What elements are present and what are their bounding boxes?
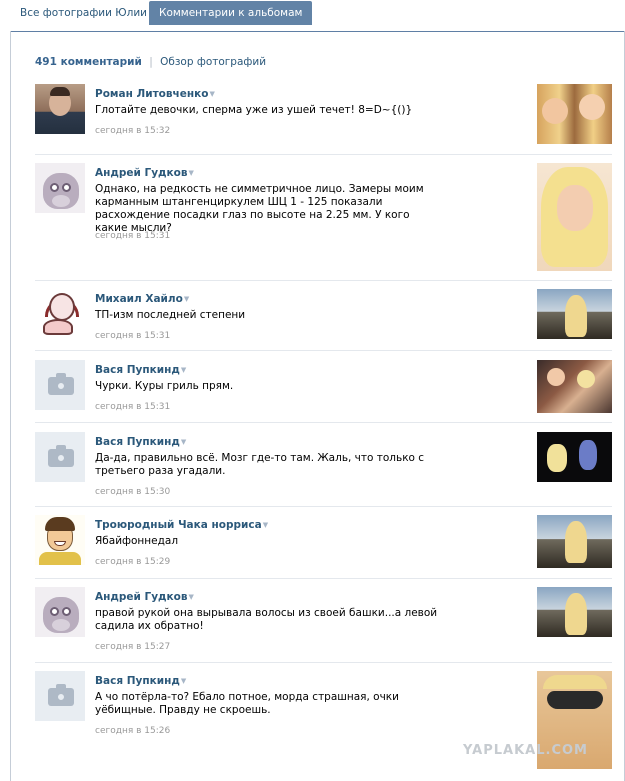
album-photo-thumbnail[interactable] bbox=[537, 84, 612, 144]
site-watermark: YAPLAKAL.COM bbox=[463, 743, 588, 758]
comment-text: А чо потёрла-то? Ебало потное, морда стр… bbox=[95, 691, 399, 716]
album-photo-thumbnail[interactable] bbox=[537, 289, 612, 339]
divider bbox=[35, 350, 612, 351]
album-photo-thumbnail[interactable] bbox=[537, 587, 612, 637]
comment-item: Троюродный Чака норриса▼ Ябайфоннедал се… bbox=[35, 515, 612, 570]
comment-author-line: Троюродный Чака норриса▼ bbox=[95, 518, 268, 532]
album-photo-thumbnail[interactable] bbox=[537, 163, 612, 271]
owl-belly bbox=[52, 619, 70, 631]
comments-count: 491 комментарий bbox=[35, 56, 142, 68]
comment-author-line: Вася Пупкинд▼ bbox=[95, 363, 186, 377]
avatar[interactable] bbox=[35, 515, 85, 565]
comment-time[interactable]: сегодня в 15:30 bbox=[95, 486, 170, 498]
divider bbox=[35, 422, 612, 423]
comment-item: Вася Пупкинд▼ Да-да, правильно всё. Мозг… bbox=[35, 432, 612, 497]
cartoon-hair bbox=[45, 517, 75, 531]
author-link[interactable]: Роман Литовченко bbox=[95, 88, 208, 100]
comments-summary: 491 комментарий | Обзор фотографий bbox=[35, 55, 266, 69]
cartoon-shirt bbox=[39, 552, 81, 565]
camera-icon bbox=[48, 684, 74, 706]
comment-item: Вася Пупкинд▼ Чурки. Куры гриль прям. се… bbox=[35, 360, 612, 413]
chevron-down-icon[interactable]: ▼ bbox=[184, 292, 189, 306]
owl-eye bbox=[50, 607, 59, 616]
comment-item: Роман Литовченко▼ Глотайте девочки, спер… bbox=[35, 84, 612, 144]
divider bbox=[35, 154, 612, 155]
comment-text: Чурки. Куры гриль прям. bbox=[95, 380, 234, 392]
author-link[interactable]: Михаил Хайло bbox=[95, 293, 183, 305]
chevron-down-icon[interactable]: ▼ bbox=[181, 363, 186, 377]
avatar[interactable] bbox=[35, 671, 85, 721]
divider bbox=[35, 578, 612, 579]
author-link[interactable]: Вася Пупкинд bbox=[95, 436, 180, 448]
comment-time[interactable]: сегодня в 15:26 bbox=[95, 725, 170, 737]
avatar[interactable] bbox=[35, 163, 85, 213]
chevron-down-icon[interactable]: ▼ bbox=[181, 435, 186, 449]
comment-item: Андрей Гудков▼ правой рукой она вырывала… bbox=[35, 587, 612, 652]
author-link[interactable]: Андрей Гудков bbox=[95, 591, 188, 603]
album-photo-thumbnail[interactable] bbox=[537, 360, 612, 413]
comment-time[interactable]: сегодня в 15:32 bbox=[95, 125, 170, 137]
chevron-down-icon[interactable]: ▼ bbox=[189, 590, 194, 604]
photos-overview-link[interactable]: Обзор фотографий bbox=[160, 56, 266, 68]
comment-author-line: Роман Литовченко▼ bbox=[95, 87, 215, 101]
sketch-head bbox=[49, 293, 75, 321]
divider bbox=[35, 506, 612, 507]
chevron-down-icon[interactable]: ▼ bbox=[189, 166, 194, 180]
comment-author-line: Михаил Хайло▼ bbox=[95, 292, 189, 306]
avatar[interactable] bbox=[35, 587, 85, 637]
avatar[interactable] bbox=[35, 84, 85, 134]
comment-author-line: Андрей Гудков▼ bbox=[95, 590, 194, 604]
comment-text: Ябайфоннедал bbox=[95, 535, 179, 547]
comment-text: Однако, на редкость не симметричное лицо… bbox=[95, 183, 424, 234]
summary-separator: | bbox=[149, 56, 153, 68]
comment-text: Глотайте девочки, сперма уже из ушей теч… bbox=[95, 104, 413, 116]
comment-time[interactable]: сегодня в 15:31 bbox=[95, 230, 170, 242]
tab-album-comments[interactable]: Комментарии к альбомам bbox=[149, 1, 313, 25]
comment-time[interactable]: сегодня в 15:31 bbox=[95, 330, 170, 342]
owl-eye bbox=[62, 183, 71, 192]
owl-belly bbox=[52, 195, 70, 207]
comment-item: Андрей Гудков▼ Однако, на редкость не си… bbox=[35, 163, 612, 271]
divider bbox=[35, 662, 612, 663]
comment-author-line: Вася Пупкинд▼ bbox=[95, 674, 186, 688]
author-link[interactable]: Андрей Гудков bbox=[95, 167, 188, 179]
author-link[interactable]: Вася Пупкинд bbox=[95, 364, 180, 376]
album-photo-thumbnail[interactable] bbox=[537, 515, 612, 568]
comment-author-line: Андрей Гудков▼ bbox=[95, 166, 194, 180]
comment-text: ТП-изм последней степени bbox=[95, 309, 246, 321]
album-photo-thumbnail[interactable] bbox=[537, 432, 612, 482]
divider bbox=[35, 280, 612, 281]
avatar[interactable] bbox=[35, 360, 85, 410]
comment-text: правой рукой она вырывала волосы из свое… bbox=[95, 607, 438, 632]
comment-author-line: Вася Пупкинд▼ bbox=[95, 435, 186, 449]
chevron-down-icon[interactable]: ▼ bbox=[209, 87, 214, 101]
owl-eye bbox=[62, 607, 71, 616]
tab-all-photos[interactable]: Все фотографии Юлии bbox=[10, 1, 157, 25]
owl-eye bbox=[50, 183, 59, 192]
comment-time[interactable]: сегодня в 15:29 bbox=[95, 556, 170, 568]
chevron-down-icon[interactable]: ▼ bbox=[181, 674, 186, 688]
comment-item: Михаил Хайло▼ ТП-изм последней степени с… bbox=[35, 289, 612, 341]
chevron-down-icon[interactable]: ▼ bbox=[263, 518, 268, 532]
camera-icon bbox=[48, 373, 74, 395]
author-link[interactable]: Троюродный Чака норриса bbox=[95, 519, 262, 531]
author-link[interactable]: Вася Пупкинд bbox=[95, 675, 180, 687]
avatar[interactable] bbox=[35, 432, 85, 482]
comment-time[interactable]: сегодня в 15:27 bbox=[95, 641, 170, 653]
comment-time[interactable]: сегодня в 15:31 bbox=[95, 401, 170, 413]
camera-icon bbox=[48, 445, 74, 467]
sketch-body bbox=[43, 319, 73, 335]
comment-text: Да-да, правильно всё. Мозг где-то там. Ж… bbox=[95, 452, 425, 477]
avatar[interactable] bbox=[35, 289, 85, 339]
